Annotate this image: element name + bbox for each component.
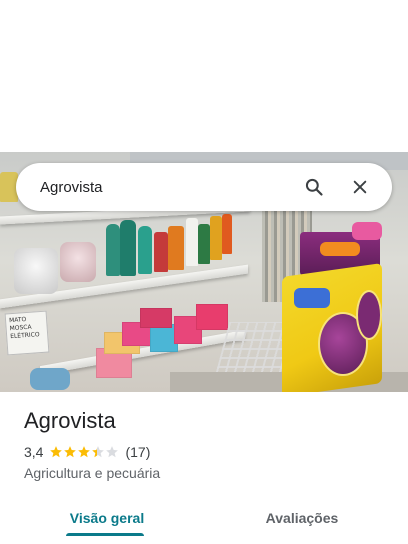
close-icon[interactable] <box>342 169 378 205</box>
product-box <box>196 304 228 330</box>
place-title: Agrovista <box>24 408 116 433</box>
product-can <box>198 224 210 264</box>
star-icon <box>78 446 91 458</box>
search-bar[interactable]: Agrovista <box>16 163 392 211</box>
search-input[interactable]: Agrovista <box>40 179 286 196</box>
search-icon-glyph <box>305 178 323 196</box>
product-toy <box>320 242 360 256</box>
product-can <box>210 216 222 260</box>
product-toy <box>352 222 382 240</box>
product-can <box>222 214 232 254</box>
review-count[interactable]: (17) <box>125 444 150 460</box>
product-bottle <box>120 220 136 276</box>
tab-selected-indicator <box>66 533 144 536</box>
product-can <box>168 226 184 270</box>
tab-reviews[interactable]: Avaliações <box>246 496 358 540</box>
product-dispenser <box>60 242 96 282</box>
photo-sign: MATO MOSCA ELÉTRICO <box>4 310 50 356</box>
rating-value: 3,4 <box>24 444 44 460</box>
place-tabs: Visão geral Avaliações <box>0 496 408 544</box>
rating-row[interactable]: 3,4 (17) <box>24 444 150 460</box>
product-bottle <box>106 224 120 276</box>
brand-logo <box>356 290 382 340</box>
product-box <box>140 308 172 328</box>
product-bag <box>30 368 70 390</box>
star-icon <box>92 446 105 458</box>
product-bottle <box>186 218 198 266</box>
product-bag <box>294 288 330 308</box>
product-dispenser <box>14 248 58 294</box>
star-icon <box>64 446 77 458</box>
star-icon <box>50 446 63 458</box>
close-icon-glyph <box>353 180 367 194</box>
search-icon[interactable] <box>296 169 332 205</box>
star-icon <box>106 446 119 458</box>
rating-stars <box>49 445 119 459</box>
product-can <box>154 232 168 272</box>
place-category: Agricultura e pecuária <box>24 465 161 481</box>
product-bottle <box>138 226 152 274</box>
